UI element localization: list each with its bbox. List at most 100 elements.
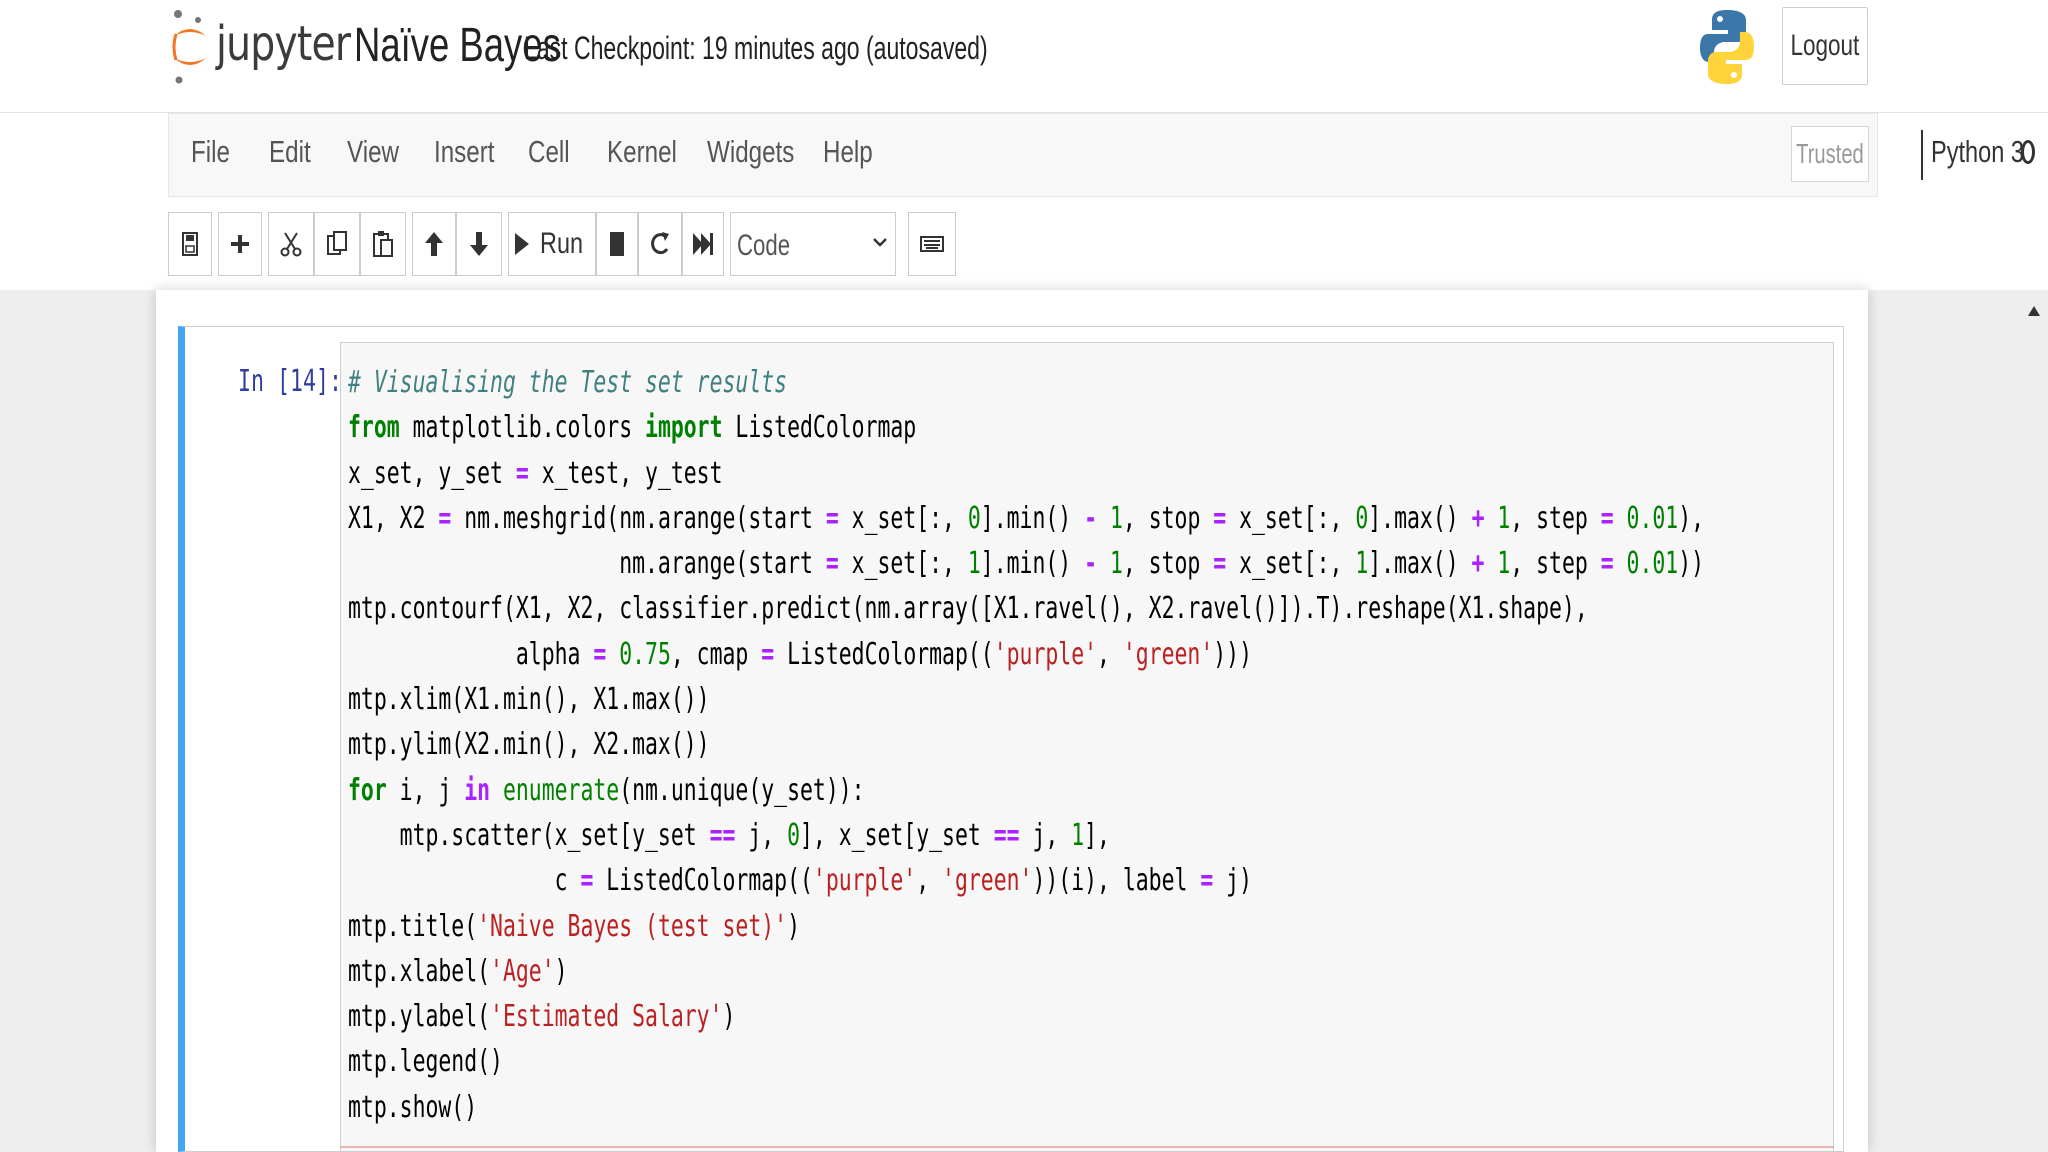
menu-widgets[interactable]: Widgets [707,134,794,170]
code-line: c = ListedColormap(('purple', 'green'))(… [348,858,1704,903]
code-token: 'green' [942,863,1033,899]
code-token: , [1097,636,1123,672]
code-token: mtp.ylim(X2.min(), X2.max()) [348,727,710,763]
code-token: + [1471,546,1485,582]
code-token: import [645,410,723,446]
menu-help[interactable]: Help [823,134,873,170]
logout-button[interactable]: Logout [1782,7,1868,85]
run-all-button[interactable] [682,212,724,276]
code-token: matplotlib.colors [399,410,646,446]
kernel-idle-icon [2021,140,2035,164]
code-token: i, j [386,772,465,808]
code-token: = [825,546,839,582]
menubar: File Edit View Insert Cell Kernel Widget… [168,113,2035,197]
code-token: x_set[:, [1226,546,1356,582]
move-up-button[interactable] [412,212,456,276]
code-token: for [348,772,387,808]
code-token: = [1600,546,1614,582]
copy-icon [327,231,347,255]
interrupt-button[interactable] [596,212,638,276]
jupyter-logo-icon [172,10,206,84]
code-token: 'Naive Bayes (test set)' [477,908,788,944]
code-token: x_set[:, [838,546,968,582]
code-token: nm.meshgrid(nm.arange(start [451,500,826,536]
code-token: from [348,410,400,446]
code-token: mtp.contourf(X1, X2, classifier.predict(… [348,591,1588,627]
run-button[interactable]: Run [508,212,596,276]
code-token: = [515,455,529,491]
code-token: 0 [1355,500,1369,536]
code-token: == [993,817,1020,853]
code-line: # Visualising the Test set results [348,360,1704,405]
code-token: = [761,636,775,672]
jupyter-logo[interactable]: jupyter [170,8,351,88]
code-token: 'purple' [993,636,1098,672]
code-token: ].min() [980,546,1085,582]
menu-cell[interactable]: Cell [528,134,570,170]
fast-forward-icon [693,233,713,255]
code-token: ], [1084,817,1110,853]
code-token: ListedColormap(( [593,863,813,899]
code-token: enumerate [502,772,620,808]
code-token: X1, X2 [348,500,439,536]
menu-kernel[interactable]: Kernel [607,134,677,170]
code-line: mtp.legend() [348,1039,1704,1084]
copy-button[interactable] [314,212,360,276]
code-line: mtp.xlabel('Age') [348,949,1704,994]
code-token: c [348,863,581,899]
code-line: from matplotlib.colors import ListedColo… [348,405,1704,450]
plus-icon [231,235,249,253]
menu-view[interactable]: View [347,134,399,170]
menu-edit[interactable]: Edit [269,134,311,170]
code-token: , stop [1122,500,1214,536]
code-token: 0.75 [619,636,671,672]
checkpoint-status: Last Checkpoint: 19 minutes ago (autosav… [524,30,988,66]
command-palette-button[interactable] [908,212,956,276]
restart-button[interactable] [638,212,682,276]
code-text[interactable]: # Visualising the Test set results from m… [348,360,1704,1130]
code-token: ) [787,908,801,944]
kernel-divider [1921,130,1923,180]
code-token: ), [1678,500,1705,536]
code-token: , stop [1122,546,1214,582]
code-token: 'Estimated Salary' [490,999,723,1035]
code-token: - [1084,500,1098,536]
cut-button[interactable] [268,212,314,276]
move-down-button[interactable] [456,212,502,276]
code-line: mtp.scatter(x_set[y_set == j, 0], x_set[… [348,813,1704,858]
code-line: X1, X2 = nm.meshgrid(nm.arange(start = x… [348,496,1704,541]
code-token: == [709,817,736,853]
code-token: 0 [787,817,801,853]
kernel-name[interactable]: Python 3 [1931,134,2024,170]
python-logo-icon [1700,10,1754,84]
menu-file[interactable]: File [191,134,230,170]
cell-type-select[interactable]: Code [730,212,896,276]
code-token: = [593,636,607,672]
code-token: 1 [1355,546,1369,582]
code-token: 1 [1497,546,1511,582]
code-token: x_test, y_test [528,455,723,491]
code-token: j, [1019,817,1072,853]
code-token: j, [735,817,788,853]
paste-button[interactable] [360,212,406,276]
code-token: - [1084,546,1098,582]
scroll-up-icon[interactable] [2026,304,2042,318]
code-token: = [1200,863,1214,899]
insert-cell-button[interactable] [218,212,262,276]
trusted-indicator[interactable]: Trusted [1791,126,1869,182]
stop-icon [610,232,624,256]
restart-icon [651,232,669,255]
code-line: alpha = 0.75, cmap = ListedColormap(('pu… [348,632,1704,677]
code-token: 'purple' [812,863,917,899]
code-line: for i, j in enumerate(nm.unique(y_set)): [348,768,1704,813]
code-token: , cmap [670,636,762,672]
save-button[interactable] [168,212,212,276]
menu-insert[interactable]: Insert [434,134,494,170]
jupyter-logo-text: jupyter [216,16,351,72]
code-token: ))(i), label [1032,863,1201,899]
code-token: 1 [967,546,981,582]
